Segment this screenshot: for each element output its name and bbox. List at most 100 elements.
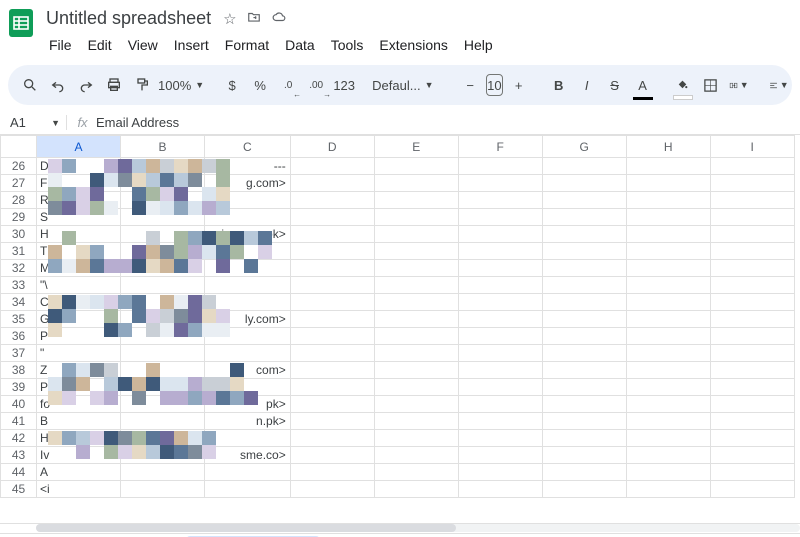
- sheets-logo[interactable]: [8, 6, 34, 40]
- cell[interactable]: [710, 209, 794, 226]
- undo-button[interactable]: [46, 72, 70, 98]
- row-header[interactable]: 33: [1, 277, 37, 294]
- cell[interactable]: [458, 447, 542, 464]
- cell[interactable]: [710, 328, 794, 345]
- cell[interactable]: [121, 464, 205, 481]
- increase-font-size-button[interactable]: +: [507, 72, 531, 98]
- paint-format-button[interactable]: [130, 72, 154, 98]
- cell[interactable]: [374, 243, 458, 260]
- cell[interactable]: [710, 226, 794, 243]
- cell[interactable]: [205, 209, 291, 226]
- cell[interactable]: [458, 192, 542, 209]
- cell[interactable]: H: [37, 430, 121, 447]
- increase-decimal-button[interactable]: .00→: [304, 72, 328, 98]
- row-header[interactable]: 37: [1, 345, 37, 362]
- cell[interactable]: [710, 413, 794, 430]
- cell[interactable]: [205, 379, 291, 396]
- column-header-D[interactable]: D: [290, 136, 374, 158]
- cell[interactable]: [290, 481, 374, 498]
- cell[interactable]: [205, 294, 291, 311]
- cell[interactable]: [626, 294, 710, 311]
- row-header[interactable]: 45: [1, 481, 37, 498]
- column-header-F[interactable]: F: [458, 136, 542, 158]
- cell[interactable]: [374, 345, 458, 362]
- cell[interactable]: [710, 345, 794, 362]
- cell[interactable]: pk>: [205, 396, 291, 413]
- cell[interactable]: [374, 430, 458, 447]
- cell[interactable]: "\: [37, 277, 121, 294]
- cell[interactable]: [290, 192, 374, 209]
- cell[interactable]: [710, 158, 794, 175]
- cell[interactable]: B: [37, 413, 121, 430]
- cell[interactable]: [710, 447, 794, 464]
- cell[interactable]: [374, 481, 458, 498]
- cell[interactable]: [542, 311, 626, 328]
- cell[interactable]: [121, 345, 205, 362]
- cell[interactable]: [458, 158, 542, 175]
- cell[interactable]: [290, 243, 374, 260]
- column-header-I[interactable]: I: [710, 136, 794, 158]
- row-header[interactable]: 32: [1, 260, 37, 277]
- currency-button[interactable]: $: [220, 72, 244, 98]
- cell[interactable]: [374, 192, 458, 209]
- cell[interactable]: [121, 311, 205, 328]
- menu-extensions[interactable]: Extensions: [372, 33, 454, 57]
- cell[interactable]: [542, 464, 626, 481]
- cell[interactable]: [121, 243, 205, 260]
- cell[interactable]: [458, 311, 542, 328]
- merge-cells-button[interactable]: ▼: [727, 72, 751, 98]
- cell[interactable]: [290, 260, 374, 277]
- cell[interactable]: [374, 158, 458, 175]
- cell[interactable]: P: [37, 379, 121, 396]
- cell[interactable]: [458, 277, 542, 294]
- cell[interactable]: [542, 209, 626, 226]
- italic-button[interactable]: I: [575, 72, 599, 98]
- cell[interactable]: [626, 260, 710, 277]
- row-header[interactable]: 31: [1, 243, 37, 260]
- cell[interactable]: [458, 379, 542, 396]
- cell[interactable]: [542, 328, 626, 345]
- cell[interactable]: [205, 277, 291, 294]
- cell[interactable]: [710, 481, 794, 498]
- cell[interactable]: [626, 243, 710, 260]
- cell[interactable]: [290, 413, 374, 430]
- cell[interactable]: ": [37, 345, 121, 362]
- menu-help[interactable]: Help: [457, 33, 500, 57]
- cell[interactable]: D: [37, 158, 121, 175]
- row-header[interactable]: 42: [1, 430, 37, 447]
- row-header[interactable]: 26: [1, 158, 37, 175]
- row-header[interactable]: 38: [1, 362, 37, 379]
- cell[interactable]: sme.co>: [205, 447, 291, 464]
- strikethrough-button[interactable]: S: [603, 72, 627, 98]
- number-format-button[interactable]: 123: [332, 72, 356, 98]
- column-header-H[interactable]: H: [626, 136, 710, 158]
- cell[interactable]: [121, 260, 205, 277]
- row-header[interactable]: 44: [1, 464, 37, 481]
- row-header[interactable]: 41: [1, 413, 37, 430]
- spreadsheet-grid[interactable]: A B C D E F G H I 26D---27Fg.com>28R29S3…: [0, 135, 795, 498]
- row-header[interactable]: 39: [1, 379, 37, 396]
- row-header[interactable]: 27: [1, 175, 37, 192]
- cell[interactable]: [626, 158, 710, 175]
- cell[interactable]: n.pk>: [205, 413, 291, 430]
- cell[interactable]: [374, 175, 458, 192]
- cell[interactable]: [458, 396, 542, 413]
- cell[interactable]: [374, 328, 458, 345]
- cell[interactable]: [290, 311, 374, 328]
- cell[interactable]: [458, 243, 542, 260]
- cell[interactable]: [542, 396, 626, 413]
- cell[interactable]: [121, 175, 205, 192]
- cell[interactable]: [626, 430, 710, 447]
- cell[interactable]: [458, 260, 542, 277]
- row-header[interactable]: 34: [1, 294, 37, 311]
- cell[interactable]: [542, 294, 626, 311]
- decrease-font-size-button[interactable]: −: [458, 72, 482, 98]
- cell[interactable]: [290, 328, 374, 345]
- cell[interactable]: [458, 209, 542, 226]
- cell[interactable]: [374, 447, 458, 464]
- menu-file[interactable]: File: [42, 33, 79, 57]
- cell[interactable]: [542, 175, 626, 192]
- bold-button[interactable]: B: [547, 72, 571, 98]
- cell[interactable]: ---: [205, 158, 291, 175]
- cell[interactable]: [458, 328, 542, 345]
